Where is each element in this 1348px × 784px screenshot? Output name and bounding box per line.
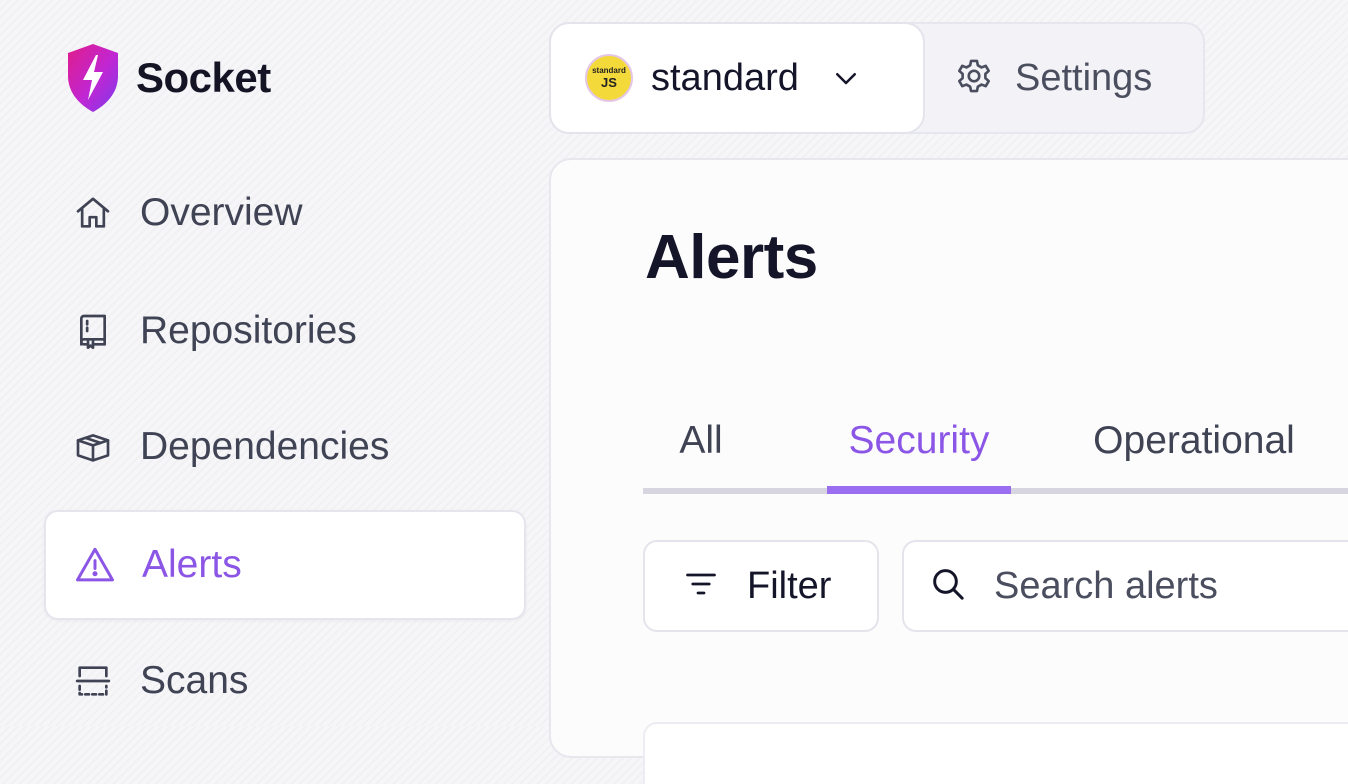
sidebar-item-label: Overview: [140, 191, 303, 234]
search-box: [902, 540, 1348, 632]
sidebar-item-repositories[interactable]: Repositories: [44, 276, 526, 386]
sidebar-item-scans[interactable]: Scans: [44, 626, 526, 736]
sidebar-item-label: Alerts: [142, 543, 242, 586]
tab-all[interactable]: All: [643, 388, 759, 494]
sidebar-item-overview[interactable]: Overview: [44, 158, 526, 268]
book-icon: [72, 310, 114, 352]
settings-label: Settings: [1015, 56, 1153, 99]
top-bar: standard JS standard Settings: [549, 22, 1205, 134]
page-title: Alerts: [645, 223, 818, 292]
socket-logo[interactable]: Socket: [66, 43, 271, 113]
filter-icon: [683, 566, 719, 607]
socket-shield-icon: [68, 44, 118, 112]
scan-icon: [72, 660, 114, 702]
search-input[interactable]: [994, 564, 1348, 608]
org-avatar: standard JS: [585, 54, 633, 102]
org-avatar-big-text: JS: [601, 75, 617, 90]
sidebar-item-label: Scans: [140, 659, 249, 702]
org-avatar-small-text: standard: [592, 66, 626, 75]
sidebar-item-dependencies[interactable]: Dependencies: [44, 392, 526, 502]
org-name: standard: [651, 56, 799, 99]
sidebar-item-label: Repositories: [140, 309, 357, 352]
filter-label: Filter: [747, 564, 832, 607]
alerts-list-container: [643, 722, 1348, 784]
search-icon: [928, 564, 968, 609]
sidebar-item-alerts[interactable]: Alerts: [44, 510, 526, 620]
sidebar-item-label: Dependencies: [140, 425, 390, 468]
brand-name: Socket: [136, 54, 271, 101]
package-icon: [72, 426, 114, 468]
warning-triangle-icon: [74, 544, 116, 586]
main-panel: Alerts All Security Operational Filter: [549, 158, 1348, 784]
filter-button[interactable]: Filter: [643, 540, 879, 632]
settings-button[interactable]: Settings: [925, 24, 1203, 132]
tab-operational[interactable]: Operational: [1071, 388, 1317, 494]
gear-icon: [953, 55, 995, 102]
alert-tabs: All Security Operational: [643, 388, 1348, 496]
home-icon: [72, 192, 114, 234]
chevron-down-icon: [831, 63, 861, 93]
tab-security[interactable]: Security: [827, 388, 1011, 494]
org-selector[interactable]: standard JS standard: [549, 22, 925, 134]
